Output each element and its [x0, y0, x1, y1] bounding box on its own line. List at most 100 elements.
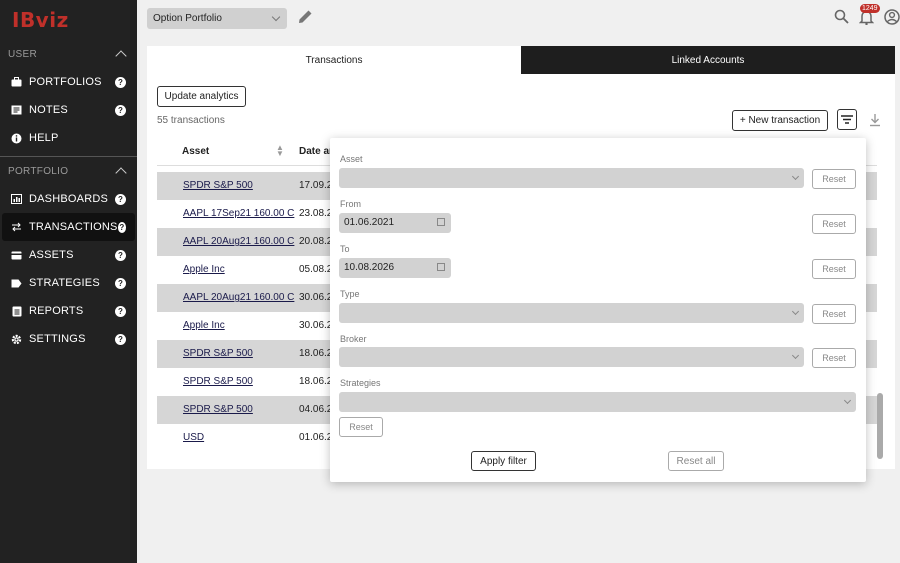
chevron-down-icon: [791, 307, 800, 316]
tab-transactions[interactable]: Transactions: [147, 46, 521, 74]
asset-link[interactable]: SPDR S&P 500: [183, 180, 253, 191]
card-icon: [11, 250, 22, 261]
chevron-up-icon[interactable]: [115, 167, 127, 179]
asset-link[interactable]: SPDR S&P 500: [183, 404, 253, 415]
table-scrollbar[interactable]: [877, 393, 883, 459]
asset-link[interactable]: Apple Inc: [183, 320, 225, 331]
portfolio-select[interactable]: Option Portfolio: [147, 8, 287, 29]
new-transaction-button[interactable]: + New transaction: [732, 110, 828, 131]
notifications-icon[interactable]: 1249: [858, 4, 880, 25]
help-icon[interactable]: ?: [115, 333, 126, 345]
info-icon: [11, 133, 22, 144]
help-icon[interactable]: ?: [115, 193, 126, 205]
account-icon[interactable]: [883, 8, 900, 25]
reset-all-button[interactable]: Reset all: [668, 451, 724, 471]
row-date: 18.06.2: [299, 348, 333, 359]
search-icon[interactable]: [833, 8, 850, 25]
tab-linked-accounts[interactable]: Linked Accounts: [521, 46, 895, 74]
to-date-value: 10.08.2026: [344, 262, 395, 273]
portfolio-select-value: Option Portfolio: [153, 13, 222, 24]
sidebar-item-label: HELP: [29, 132, 59, 144]
type-filter-select[interactable]: [339, 303, 804, 323]
section-header-portfolio[interactable]: PORTFOLIO: [0, 157, 137, 185]
sidebar-item-portfolios[interactable]: PORTFOLIOS ?: [2, 68, 135, 96]
row-date: 18.06.2: [299, 376, 333, 387]
section-header-user[interactable]: USER: [0, 40, 137, 68]
sidebar-item-help[interactable]: HELP: [2, 124, 135, 152]
update-analytics-button[interactable]: Update analytics: [157, 86, 246, 107]
asset-link[interactable]: Apple Inc: [183, 264, 225, 275]
asset-filter-select[interactable]: [339, 168, 804, 188]
asset-link[interactable]: AAPL 20Aug21 160.00 C: [183, 292, 294, 303]
type-filter-label: Type: [340, 289, 360, 299]
help-icon[interactable]: ?: [115, 277, 126, 289]
asset-link[interactable]: AAPL 17Sep21 160.00 C: [183, 208, 294, 219]
row-date: 04.06.2: [299, 404, 333, 415]
from-reset-button[interactable]: Reset: [812, 214, 856, 234]
asset-link[interactable]: USD: [183, 432, 204, 443]
top-header: Option Portfolio 1249: [137, 0, 900, 38]
type-reset-button[interactable]: Reset: [812, 304, 856, 324]
to-reset-button[interactable]: Reset: [812, 259, 856, 279]
help-icon[interactable]: ?: [115, 249, 126, 261]
edit-portfolio-icon[interactable]: [297, 8, 315, 26]
apply-filter-button[interactable]: Apply filter: [471, 451, 536, 471]
to-filter-label: To: [340, 244, 350, 254]
column-header-asset[interactable]: Asset: [182, 146, 209, 157]
tag-icon: [11, 278, 22, 289]
from-date-input[interactable]: 01.06.2021: [339, 213, 451, 233]
row-date: 17.09.2: [299, 180, 333, 191]
filter-icon[interactable]: [837, 109, 857, 130]
chevron-up-icon[interactable]: [115, 50, 127, 62]
chevron-down-icon: [791, 351, 800, 360]
sidebar-item-strategies[interactable]: STRATEGIES ?: [2, 269, 135, 297]
asset-link[interactable]: SPDR S&P 500: [183, 376, 253, 387]
help-icon[interactable]: ?: [117, 221, 126, 233]
sidebar-item-notes[interactable]: NOTES ?: [2, 96, 135, 124]
transaction-count: 55 transactions: [157, 115, 225, 126]
sidebar-item-transactions[interactable]: TRANSACTIONS ?: [2, 213, 135, 241]
tab-bar: Transactions Linked Accounts: [147, 46, 895, 74]
sidebar: IBviz USER PORTFOLIOS ? NOTES ? HELP POR…: [0, 0, 137, 563]
broker-filter-select[interactable]: [339, 347, 804, 367]
sort-icon[interactable]: ▲ ▼: [276, 144, 284, 158]
sidebar-item-label: PORTFOLIOS: [29, 76, 102, 88]
sidebar-item-assets[interactable]: ASSETS ?: [2, 241, 135, 269]
filter-panel: Asset Reset From 01.06.2021 Reset To 10.…: [330, 138, 866, 482]
strategies-reset-button[interactable]: Reset: [339, 417, 383, 437]
dashboard-icon: [11, 194, 22, 205]
sidebar-item-label: REPORTS: [29, 305, 84, 317]
to-date-input[interactable]: 10.08.2026: [339, 258, 451, 278]
calendar-icon[interactable]: [437, 218, 445, 226]
help-icon[interactable]: ?: [115, 104, 126, 116]
from-filter-label: From: [340, 199, 361, 209]
column-header-date[interactable]: Date ar: [299, 146, 333, 157]
sidebar-item-reports[interactable]: REPORTS ?: [2, 297, 135, 325]
asset-reset-button[interactable]: Reset: [812, 169, 856, 189]
row-date: 30.06.2: [299, 292, 333, 303]
strategies-filter-select[interactable]: [339, 392, 856, 412]
chevron-down-icon: [843, 396, 852, 405]
briefcase-icon: [11, 77, 22, 88]
asset-filter-label: Asset: [340, 154, 363, 164]
download-icon[interactable]: [868, 112, 882, 128]
notes-icon: [11, 105, 22, 116]
row-date: 30.06.2: [299, 320, 333, 331]
swap-icon: [11, 222, 22, 233]
asset-link[interactable]: AAPL 20Aug21 160.00 C: [183, 236, 294, 247]
notification-count-badge: 1249: [860, 4, 880, 13]
broker-reset-button[interactable]: Reset: [812, 348, 856, 368]
row-date: 01.06.2: [299, 432, 333, 443]
section-title: USER: [8, 48, 37, 60]
header-actions: 1249: [833, 4, 900, 25]
sidebar-item-label: ASSETS: [29, 249, 74, 261]
sidebar-item-settings[interactable]: SETTINGS ?: [2, 325, 135, 353]
broker-filter-label: Broker: [340, 334, 367, 344]
calendar-icon[interactable]: [437, 263, 445, 271]
app-logo[interactable]: IBviz: [0, 0, 137, 40]
sidebar-item-label: SETTINGS: [29, 333, 86, 345]
help-icon[interactable]: ?: [115, 305, 126, 317]
asset-link[interactable]: SPDR S&P 500: [183, 348, 253, 359]
sidebar-item-dashboards[interactable]: DASHBOARDS ?: [2, 185, 135, 213]
help-icon[interactable]: ?: [115, 76, 126, 88]
